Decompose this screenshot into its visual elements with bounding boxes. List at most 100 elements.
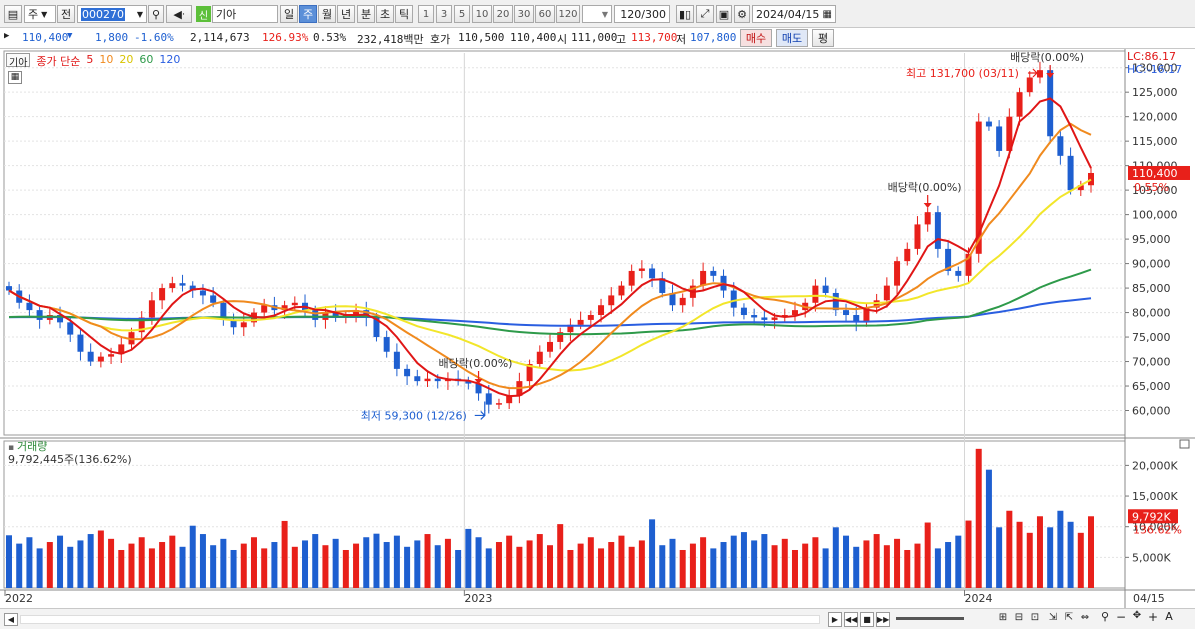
candle: [536, 351, 543, 364]
zoom-in-icon[interactable]: +: [1146, 610, 1160, 627]
interval-120[interactable]: 120: [556, 5, 580, 23]
ma-120-line: [8, 297, 1092, 327]
line-icon[interactable]: ⊡: [1028, 612, 1042, 627]
shrink-icon[interactable]: ⇲: [1046, 612, 1060, 627]
tab-month[interactable]: 월: [318, 5, 336, 23]
candle: [383, 337, 390, 352]
bid-price: 110,400: [510, 31, 557, 44]
candle: [404, 368, 411, 377]
volume-bar: [689, 543, 696, 588]
scroll-track[interactable]: [20, 615, 820, 624]
volume-ratio: 126.93%: [262, 31, 309, 44]
collapse-icon[interactable]: ⇔: [1078, 612, 1092, 627]
interval-5[interactable]: 5: [454, 5, 470, 23]
candle-icon[interactable]: ▮▯: [676, 5, 694, 23]
volume-title: 거래량: [17, 440, 47, 453]
tab-tick[interactable]: 틱: [395, 5, 413, 23]
interval-30[interactable]: 30: [514, 5, 534, 23]
volume-bar: [46, 542, 53, 588]
stop-icon[interactable]: ■: [860, 612, 874, 627]
volume-bar: [128, 543, 135, 588]
candle: [587, 315, 594, 320]
interval-20[interactable]: 20: [493, 5, 513, 23]
volume-bar: [485, 548, 492, 588]
volume-bar: [250, 537, 257, 588]
rewind-icon[interactable]: ◀◀: [844, 612, 858, 627]
volume-bar: [455, 549, 462, 588]
expand-icon[interactable]: ⇱: [1062, 612, 1076, 627]
tile-icon[interactable]: ⊟: [1012, 612, 1026, 627]
interval-1[interactable]: 1: [418, 5, 434, 23]
prev-button[interactable]: 전: [57, 5, 75, 23]
volume-bar: [945, 542, 952, 588]
volume-bar: [679, 549, 686, 588]
interval-custom[interactable]: ▼: [582, 5, 612, 23]
count-total: /300: [641, 7, 666, 21]
tab-minute[interactable]: 분: [357, 5, 375, 23]
chart-menu-icon[interactable]: ▤: [4, 5, 22, 23]
gear-icon[interactable]: ⚙: [734, 5, 750, 23]
volume-bar: [230, 549, 237, 588]
price-tick-label: 100,000: [1132, 209, 1178, 222]
move-icon[interactable]: ✥: [1130, 610, 1144, 627]
price-change: 1,800: [95, 31, 129, 44]
code-input[interactable]: 000270 ▼: [77, 5, 147, 23]
current-price-label: 110,400: [1132, 167, 1178, 180]
play-icon[interactable]: ▶: [828, 612, 842, 627]
candle: [985, 121, 992, 127]
hc-label: HC:-16.17: [1127, 63, 1182, 76]
candle: [97, 356, 104, 362]
interval-60[interactable]: 60: [535, 5, 555, 23]
interval-10[interactable]: 10: [472, 5, 492, 23]
candle: [1026, 77, 1033, 93]
eval-button[interactable]: 평: [812, 29, 834, 47]
magnifier-icon[interactable]: ⚲: [1098, 610, 1112, 627]
draw-icon[interactable]: ⤢: [696, 5, 714, 23]
scrollbar[interactable]: ◀ ▶ ◀◀ ■ ▶▶ ⊞ ⊟ ⊡ ⇲ ⇱ ⇔ ⚲ − ✥ + A: [0, 608, 1195, 629]
stock-name-field[interactable]: 기아: [212, 5, 278, 23]
volume-bar: [955, 535, 962, 588]
close-pane-icon[interactable]: [1179, 439, 1190, 449]
save-icon[interactable]: ▣: [716, 5, 732, 23]
open-label: 시: [557, 33, 568, 46]
count-input[interactable]: 120/300: [614, 5, 670, 23]
volume-bar: [169, 535, 176, 588]
period-select[interactable]: 주 ▼: [24, 5, 56, 23]
volume-bar: [138, 537, 145, 588]
calendar-icon: ▦: [822, 8, 832, 20]
volume-bar: [924, 522, 931, 588]
tab-week[interactable]: 주: [299, 5, 317, 23]
volume-bar: [883, 545, 890, 588]
search-icon[interactable]: ⚲: [148, 5, 164, 23]
volume-bar: [843, 535, 850, 588]
count-value: 120: [620, 7, 642, 21]
fit-icon[interactable]: ⊞: [996, 612, 1010, 627]
price-tick-label: 75,000: [1132, 331, 1171, 344]
volume-bar: [802, 543, 809, 588]
fast-forward-icon[interactable]: ▶▶: [876, 612, 890, 627]
volume-bar: [1026, 532, 1033, 588]
tab-day[interactable]: 일: [280, 5, 298, 23]
candle: [924, 212, 931, 225]
date-input[interactable]: 2024/04/15 ▦: [752, 5, 836, 23]
candle: [761, 317, 768, 320]
lc-label: LC:86.17: [1127, 50, 1176, 63]
tab-year[interactable]: 년: [337, 5, 355, 23]
buy-button[interactable]: 매수: [740, 29, 772, 47]
candle: [751, 315, 758, 318]
volume-tick-label: 20,000K: [1132, 459, 1178, 472]
zoom-out-icon[interactable]: −: [1114, 610, 1128, 627]
volume-bar: [965, 520, 972, 588]
sell-button[interactable]: 매도: [776, 29, 808, 47]
hoga-label: 호가: [430, 33, 451, 46]
tab-second[interactable]: 초: [376, 5, 394, 23]
speaker-icon[interactable]: ◀ᐧ: [166, 5, 192, 23]
volume-bar: [444, 538, 451, 588]
zoom-slider[interactable]: [896, 617, 964, 620]
scroll-left-button[interactable]: ◀: [4, 613, 18, 626]
period-select-value: 주: [28, 8, 39, 21]
interval-3[interactable]: 3: [436, 5, 452, 23]
volume-bar: [97, 530, 104, 588]
text-tool-icon[interactable]: A: [1162, 610, 1176, 627]
volume-tick-label: 5,000K: [1132, 551, 1171, 564]
